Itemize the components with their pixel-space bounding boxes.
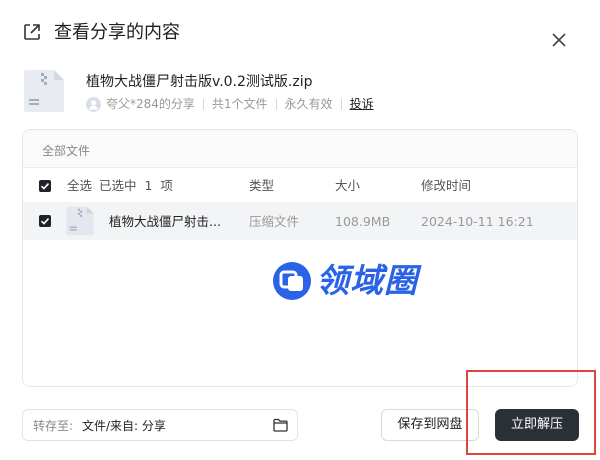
file-list-panel: 全部文件 全选 已选中 1 项 类型 大小 修改时间 植物大战僵尸射击... 压… <box>22 129 578 387</box>
divider <box>202 98 204 110</box>
table-row[interactable]: 植物大战僵尸射击... 压缩文件 108.9MB 2024-10-11 16:2… <box>23 202 577 240</box>
select-all-checkbox[interactable] <box>39 180 51 192</box>
file-name: 植物大战僵尸射击版v.0.2测试版.zip <box>86 74 313 90</box>
zip-file-icon <box>66 206 94 236</box>
select-all-label[interactable]: 全选 <box>67 178 92 194</box>
extract-now-button[interactable]: 立即解压 <box>495 409 579 441</box>
save-to-path: 文件/来自: 分享 <box>82 419 166 433</box>
row-file-type: 压缩文件 <box>249 214 300 229</box>
divider <box>340 98 342 110</box>
save-path-selector[interactable]: 转存至: 文件/来自: 分享 <box>22 409 298 441</box>
save-to-label: 转存至: <box>33 419 74 433</box>
breadcrumb: 全部文件 <box>23 130 577 168</box>
selected-count: 已选中 1 项 <box>99 178 173 193</box>
watermark-logo-icon <box>273 262 311 300</box>
column-modified: 修改时间 <box>421 178 472 193</box>
row-checkbox[interactable] <box>39 215 51 227</box>
watermark: 领域圈 <box>272 259 448 303</box>
breadcrumb-all-files[interactable]: 全部文件 <box>42 142 90 159</box>
dialog-title: 查看分享的内容 <box>54 22 180 43</box>
sharer-name: 夸父*284的分享 <box>106 97 195 111</box>
row-file-name: 植物大战僵尸射击... <box>109 214 221 229</box>
file-count: 共1个文件 <box>211 97 268 111</box>
avatar <box>86 96 101 112</box>
close-icon[interactable] <box>550 31 568 49</box>
share-meta: 夸父*284的分享 共1个文件 永久有效 投诉 <box>86 96 374 112</box>
watermark-text: 领域圈 <box>316 261 418 300</box>
column-size: 大小 <box>335 178 361 193</box>
save-to-drive-button[interactable]: 保存到网盘 <box>381 409 479 441</box>
share-external-icon <box>24 24 40 40</box>
folder-icon[interactable] <box>273 418 288 432</box>
divider <box>275 98 277 110</box>
zip-file-icon <box>24 70 64 112</box>
validity: 永久有效 <box>284 97 333 111</box>
column-type: 类型 <box>249 178 275 193</box>
row-file-size: 108.9MB <box>335 214 391 229</box>
row-modified-time: 2024-10-11 16:21 <box>421 214 534 229</box>
report-link[interactable]: 投诉 <box>350 96 374 112</box>
